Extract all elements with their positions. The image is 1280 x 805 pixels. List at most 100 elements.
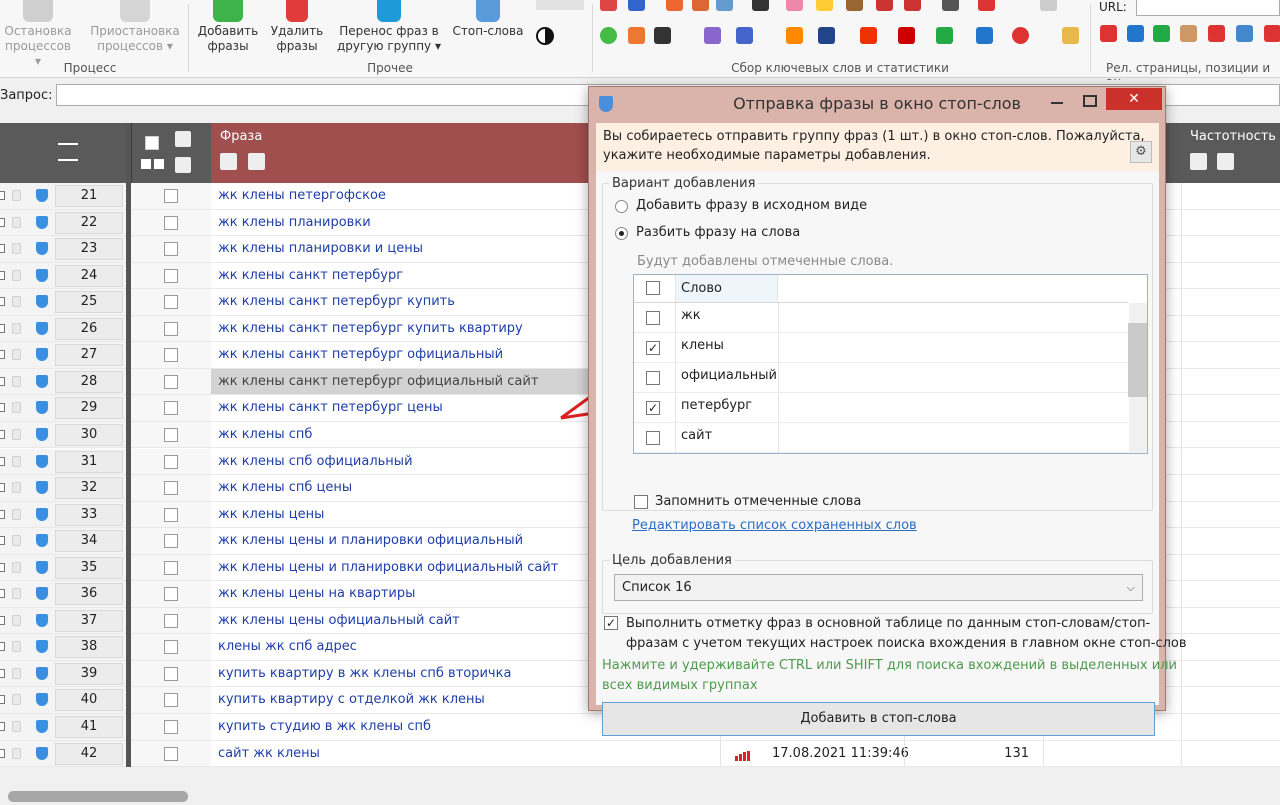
expand-icon[interactable] bbox=[0, 244, 5, 254]
ext-icon[interactable] bbox=[1127, 25, 1144, 42]
row-checkbox[interactable] bbox=[164, 321, 178, 336]
expand-icon[interactable] bbox=[0, 642, 5, 652]
stopwords-button[interactable]: Стоп-слова bbox=[450, 0, 526, 39]
close-button[interactable]: ✕ bbox=[1106, 88, 1162, 110]
phrase-cell[interactable]: жк клены планировки и цены bbox=[211, 236, 591, 262]
row-checkbox[interactable] bbox=[164, 534, 178, 549]
phrase-cell[interactable]: жк клены планировки bbox=[211, 210, 591, 236]
ext-icon[interactable] bbox=[860, 27, 877, 44]
lock-icon[interactable] bbox=[12, 269, 21, 281]
add-phrases-button[interactable]: Добавить фразы bbox=[194, 0, 262, 54]
phrase-cell[interactable]: жк клены спб официальный bbox=[211, 449, 591, 475]
shield-icon[interactable] bbox=[36, 746, 48, 760]
select-all-words-checkbox[interactable] bbox=[646, 281, 660, 295]
expand-icon[interactable] bbox=[0, 323, 5, 333]
radio-split[interactable] bbox=[615, 227, 628, 240]
google-icon[interactable] bbox=[1236, 25, 1253, 42]
shield-icon[interactable] bbox=[36, 507, 48, 521]
lock-icon[interactable] bbox=[12, 428, 21, 440]
pause-processes-button[interactable]: Приостановка процессов ▾ bbox=[87, 0, 183, 54]
lock-icon[interactable] bbox=[12, 296, 21, 308]
filter-icon[interactable] bbox=[175, 131, 191, 147]
lock-icon[interactable] bbox=[12, 349, 21, 361]
row-checkbox[interactable] bbox=[164, 507, 178, 522]
mark-phrases-checkbox[interactable]: ✓ bbox=[604, 616, 618, 630]
move-phrases-button[interactable]: Перенос фраз в другую группу ▾ bbox=[334, 0, 444, 54]
serp-icon[interactable] bbox=[654, 27, 671, 44]
word-list-scroll-thumb[interactable] bbox=[1128, 323, 1147, 397]
row-checkbox[interactable] bbox=[164, 268, 178, 283]
phrase-cell[interactable]: жк клены санкт петербург купить bbox=[211, 289, 591, 315]
shield-icon[interactable] bbox=[36, 189, 48, 202]
ext-icon[interactable] bbox=[978, 0, 995, 11]
phrase-cell[interactable]: жк клены санкт петербург bbox=[211, 263, 591, 289]
expand-icon[interactable] bbox=[0, 483, 5, 493]
add-to-stopwords-button[interactable]: Добавить в стоп-слова bbox=[602, 702, 1155, 736]
phrase-cell[interactable]: сайт жк клены bbox=[211, 741, 591, 767]
phrase-cell[interactable]: жк клены цены на квартиры bbox=[211, 581, 591, 607]
row-checkbox[interactable] bbox=[164, 481, 178, 496]
phrase-cell[interactable]: жк клены санкт петербург официальный bbox=[211, 342, 591, 368]
phrase-cell[interactable]: купить студию в жк клены спб bbox=[211, 714, 591, 740]
row-checkbox[interactable] bbox=[164, 454, 178, 469]
row-checkbox[interactable] bbox=[164, 640, 178, 655]
filter-icon[interactable] bbox=[220, 153, 237, 170]
phrase-cell[interactable]: жк клены спб цены bbox=[211, 475, 591, 501]
expand-icon[interactable] bbox=[0, 350, 5, 360]
row-checkbox[interactable] bbox=[164, 746, 178, 761]
ext-icon[interactable] bbox=[628, 27, 645, 44]
phrase-cell[interactable]: жк клены санкт петербург купить квартиру bbox=[211, 316, 591, 342]
hand-icon[interactable] bbox=[786, 27, 803, 44]
shield-icon[interactable] bbox=[36, 268, 48, 282]
word-checkbox[interactable]: ✓ bbox=[646, 341, 660, 355]
expand-icon[interactable] bbox=[0, 536, 5, 546]
lock-icon[interactable] bbox=[12, 322, 21, 334]
expand-icon[interactable] bbox=[0, 429, 5, 439]
url-input[interactable] bbox=[1136, 0, 1280, 16]
radio-as-is[interactable] bbox=[615, 200, 628, 213]
expand-icon[interactable] bbox=[0, 748, 5, 758]
expand-icon[interactable] bbox=[0, 456, 5, 466]
lock-icon[interactable] bbox=[12, 667, 21, 679]
rocket-icon[interactable] bbox=[692, 0, 709, 11]
check-all-icon[interactable] bbox=[141, 159, 151, 169]
filter-clear-icon[interactable] bbox=[248, 153, 265, 170]
maximize-icon[interactable] bbox=[1083, 95, 1097, 107]
box-icon[interactable] bbox=[1062, 27, 1079, 44]
mark-phrases-label[interactable]: Выполнить отметку фраз в основной таблиц… bbox=[626, 614, 1187, 654]
opt-as-is-label[interactable]: Добавить фразу в исходном виде bbox=[636, 198, 867, 213]
word-checkbox[interactable]: ✓ bbox=[646, 401, 660, 415]
mi-icon[interactable] bbox=[898, 27, 915, 44]
delete-phrases-button[interactable]: Удалить фразы bbox=[267, 0, 327, 54]
row-checkbox[interactable] bbox=[164, 348, 178, 363]
horizontal-scrollbar[interactable] bbox=[0, 787, 1280, 805]
phrase-cell[interactable]: жк клены цены и планировки официальный bbox=[211, 528, 591, 554]
google-icon[interactable] bbox=[736, 27, 753, 44]
contrast-icon[interactable] bbox=[536, 27, 554, 45]
stop-processes-button[interactable]: Остановка процессов ▾ bbox=[2, 0, 74, 69]
expand-icon[interactable] bbox=[0, 722, 5, 731]
word-row[interactable]: ✓ клены bbox=[634, 333, 1128, 363]
expand-icon[interactable] bbox=[0, 668, 5, 678]
target-select[interactable]: Список 16 ⌵ bbox=[614, 574, 1143, 601]
freq-column-header[interactable]: Частотность "! bbox=[1165, 123, 1280, 183]
shield-icon[interactable] bbox=[36, 242, 48, 256]
uncheck-all-icon[interactable] bbox=[154, 159, 164, 169]
yandex-icon[interactable] bbox=[1100, 25, 1117, 42]
row-checkbox[interactable] bbox=[164, 693, 178, 708]
lock-icon[interactable] bbox=[12, 216, 21, 228]
ext-icon[interactable] bbox=[876, 0, 893, 11]
undo-redo-icons[interactable] bbox=[536, 0, 584, 10]
ext-icon[interactable] bbox=[942, 0, 959, 11]
image-icon[interactable] bbox=[716, 0, 733, 11]
expand-icon[interactable] bbox=[0, 589, 5, 599]
grid-icon[interactable] bbox=[1040, 0, 1057, 11]
row-checkbox[interactable] bbox=[164, 374, 178, 389]
row-checkbox[interactable] bbox=[164, 427, 178, 442]
expand-icon[interactable] bbox=[0, 217, 5, 227]
select-all-checkbox[interactable] bbox=[145, 136, 159, 150]
phrase-cell[interactable]: жк клены петергофское bbox=[211, 183, 591, 209]
lock-icon[interactable] bbox=[12, 561, 21, 573]
expand-icon[interactable] bbox=[0, 191, 5, 200]
ext-icon[interactable] bbox=[816, 0, 833, 11]
